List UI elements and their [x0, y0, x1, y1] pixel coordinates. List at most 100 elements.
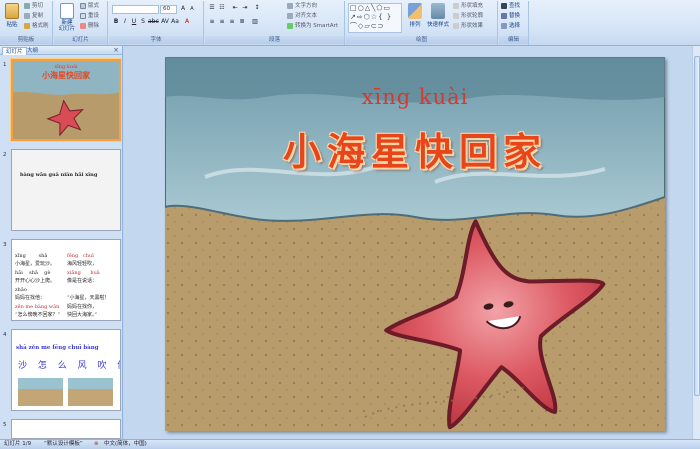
brush-icon: [24, 22, 30, 29]
copy-icon: [24, 12, 30, 19]
thumb4-pinyin: shā zěn me fēng chuī bàng: [16, 345, 99, 351]
panel-tabs: 幻灯片 大纲 ×: [0, 46, 122, 55]
align-left-icon[interactable]: ≡: [208, 18, 216, 26]
font-group-label: 字体: [109, 36, 203, 44]
decrease-indent-icon[interactable]: ⇤: [231, 4, 239, 12]
arrange-icon: [408, 3, 422, 19]
convert-smartart-button[interactable]: 转换为 SmartArt: [287, 22, 338, 31]
thumb2-pinyin: bàng wǎn guā niān hǎi xīng: [20, 172, 98, 178]
align-right-icon[interactable]: ≡: [228, 18, 236, 26]
slides-panel: 幻灯片 大纲 × 1 xīng kuài 小海星快回家 2 bàng wǎn g…: [0, 46, 123, 439]
scissors-icon: [24, 2, 30, 9]
thumb3-right-text: fēng chuī 海风轻轻吹， xiāng huā 像是在说话： “小海星，天…: [67, 252, 110, 319]
slides-group: 新建 幻灯片 版式 重设 删除 幻灯片: [54, 1, 108, 45]
layout-icon: [80, 2, 86, 9]
slide-illustration: [165, 57, 665, 431]
slide-editor: xīng kuài 小海星快回家: [124, 46, 700, 439]
spacing-icon[interactable]: AV: [161, 18, 169, 26]
slide-number: 2: [3, 152, 7, 158]
delete-slide-button[interactable]: 删除: [80, 22, 99, 31]
editing-group: 查找 替换 选择 编辑: [499, 1, 529, 45]
tab-outline[interactable]: 大纲: [24, 47, 41, 55]
language-indicator[interactable]: 中文(简体，中国): [104, 440, 147, 449]
paragraph-group-label: 段落: [205, 36, 344, 44]
columns-icon[interactable]: ▥: [251, 18, 259, 26]
ribbon: 粘贴 剪切 复制 格式刷 剪贴板 新建 幻灯片 版式 重设 删除 幻灯片 60 …: [0, 0, 700, 46]
slide-title[interactable]: 小海星快回家: [165, 121, 665, 176]
replace-button[interactable]: 替换: [501, 12, 520, 21]
slide-thumbnail-1[interactable]: xīng kuài 小海星快回家: [11, 59, 121, 141]
binoculars-icon: [501, 2, 507, 9]
quick-styles-button[interactable]: 快速样式: [426, 3, 450, 35]
change-case-icon[interactable]: Aa: [171, 18, 179, 26]
slide-number: 4: [3, 332, 7, 338]
align-text-button[interactable]: 对齐文本: [287, 12, 317, 21]
reset-button[interactable]: 重设: [80, 12, 99, 21]
shrink-font-icon[interactable]: A: [188, 5, 196, 13]
slide-thumbnail-4[interactable]: shā zěn me fēng chuī bàng 沙 怎 么 风 吹 傍: [11, 329, 121, 411]
tab-slides[interactable]: 幻灯片: [2, 47, 27, 55]
slide-canvas[interactable]: xīng kuài 小海星快回家: [165, 57, 665, 431]
slide-thumbnail-2[interactable]: bàng wǎn guā niān hǎi xīng: [11, 149, 121, 231]
slide-number: 1: [3, 62, 7, 68]
status-bar: 幻灯片 1/9 “默认设计模板” ⊗ 中文(简体，中国): [0, 439, 700, 449]
italic-icon[interactable]: I: [121, 18, 129, 26]
thumb4-image-right: [68, 378, 113, 406]
vertical-scrollbar[interactable]: [692, 46, 700, 439]
text-direction-icon: [287, 2, 293, 9]
font-color-icon[interactable]: A: [183, 18, 191, 26]
paragraph-group: ☰ ☷ ⇤ ⇥ ↕ ≡ ≡ ≡ ≣ ▥ 文字方向 对齐文本 转换为 SmartA…: [205, 1, 345, 45]
format-painter-button[interactable]: 格式刷: [24, 22, 49, 31]
delete-icon: [80, 22, 86, 29]
shape-outline-button[interactable]: 形状轮廓: [453, 12, 483, 21]
cursor-icon: [501, 22, 507, 29]
clipboard-group: 粘贴 剪切 复制 格式刷 剪贴板: [0, 1, 53, 45]
align-text-icon: [287, 12, 293, 19]
slide-thumbnail-5[interactable]: [11, 419, 121, 439]
close-icon[interactable]: ×: [113, 46, 119, 54]
numbering-icon[interactable]: ☷: [218, 4, 226, 12]
text-direction-button[interactable]: 文字方向: [287, 2, 317, 11]
effects-icon: [453, 22, 459, 29]
font-name-select[interactable]: [112, 5, 159, 14]
arrange-button[interactable]: 排列: [406, 3, 424, 35]
smartart-icon: [287, 22, 293, 29]
bold-icon[interactable]: B: [112, 18, 120, 26]
underline-icon[interactable]: U: [130, 18, 138, 26]
shadow-icon[interactable]: S: [139, 18, 147, 26]
select-button[interactable]: 选择: [501, 22, 520, 31]
copy-button[interactable]: 复制: [24, 12, 43, 21]
font-size-select[interactable]: 60: [160, 5, 177, 14]
shape-effects-button[interactable]: 形状效果: [453, 22, 483, 31]
thumb3-left-text: xīng shā 小海星，爱玩沙。 hǎi shā gè 开开心心沙上爬。 zh…: [15, 252, 61, 319]
strikethrough-icon[interactable]: abc: [148, 18, 159, 26]
justify-icon[interactable]: ≣: [238, 18, 246, 26]
align-center-icon[interactable]: ≡: [218, 18, 226, 26]
increase-indent-icon[interactable]: ⇥: [241, 4, 249, 12]
title-pinyin[interactable]: xīng kuài: [165, 85, 665, 109]
grow-font-icon[interactable]: A: [179, 5, 187, 13]
thumb4-chars: 沙 怎 么 风 吹 傍: [18, 361, 121, 371]
bullets-icon[interactable]: ☰: [208, 4, 216, 12]
slides-group-label: 幻灯片: [54, 36, 107, 44]
find-button[interactable]: 查找: [501, 2, 520, 11]
quick-styles-icon: [431, 3, 445, 19]
layout-button[interactable]: 版式: [80, 2, 99, 11]
fill-bucket-icon: [453, 2, 459, 9]
slide-number: 3: [3, 242, 7, 248]
shape-fill-button[interactable]: 形状填充: [453, 2, 483, 11]
drawing-group-label: 绘图: [346, 36, 497, 44]
slide-thumbnail-3[interactable]: xīng shā 小海星，爱玩沙。 hǎi shā gè 开开心心沙上爬。 zh…: [11, 239, 121, 321]
theme-name: “默认设计模板”: [44, 441, 83, 447]
editing-group-label: 编辑: [499, 36, 528, 44]
new-slide-button[interactable]: 新建 幻灯片: [56, 3, 78, 35]
scrollbar-thumb[interactable]: [694, 56, 700, 396]
drawing-group: □○△╲⬠▭ ↗⇨⬡☆{ } ⌒◇▱⊂⊃ 排列 快速样式 形状填充 形状轮廓 形状效…: [346, 1, 498, 45]
paste-button[interactable]: 粘贴: [2, 3, 22, 35]
replace-icon: [501, 12, 507, 19]
spellcheck-icon[interactable]: ⊗: [94, 440, 99, 449]
shapes-gallery[interactable]: □○△╲⬠▭ ↗⇨⬡☆{ } ⌒◇▱⊂⊃: [348, 3, 402, 33]
cut-button[interactable]: 剪切: [24, 2, 43, 11]
slide-count: 幻灯片 1/9: [4, 441, 32, 447]
line-spacing-icon[interactable]: ↕: [253, 4, 261, 12]
